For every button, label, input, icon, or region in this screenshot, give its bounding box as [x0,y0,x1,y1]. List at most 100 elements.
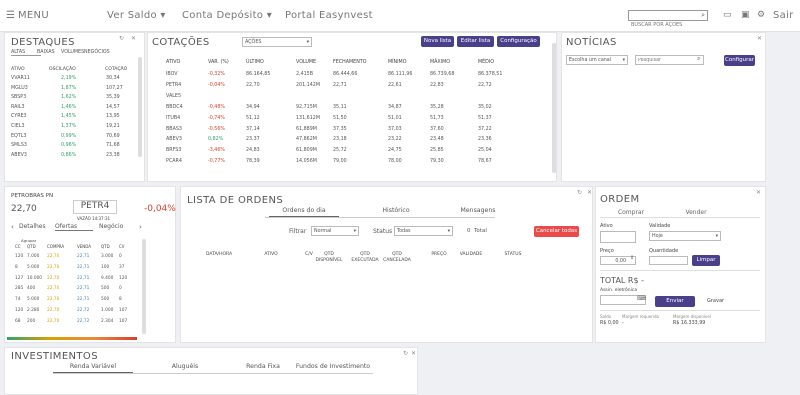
table-row: 107,27 [106,85,123,91]
table-row[interactable]: CYRE3 [11,114,46,119]
ativo-input[interactable] [600,231,636,243]
table-row[interactable]: BBDC4 [166,105,214,110]
menu-button[interactable]: MENU [18,10,49,21]
search-input[interactable] [629,20,697,30]
table-row: 35,11 [333,104,347,110]
configuration-button[interactable]: Configuração [497,36,540,47]
investimentos-title: INVESTIMENTOS [11,351,98,362]
quantidade-input[interactable] [649,256,688,265]
table-row: 1,87% [61,85,77,91]
portal-link[interactable]: Portal Easynvest [285,10,373,21]
edit-list-button[interactable]: Editar lista [457,36,494,47]
search-icon[interactable]: ⌕ [701,11,705,20]
search-icon[interactable]: ⌕ [697,55,700,63]
table-row: 22,72 [77,308,90,313]
destaques-tab-negócios[interactable]: NEGÓCIOS [84,50,114,55]
table-row[interactable]: VVAR11 [11,76,46,81]
table-row[interactable]: SMLS3 [11,143,46,148]
channel-select[interactable]: Escolha um canal ▾ [566,55,628,65]
divider [600,310,760,311]
scrollbar[interactable] [142,239,146,334]
table-row: 22,70 [47,297,60,303]
table-row: 13,95 [106,114,120,120]
logout-button[interactable]: Sair [773,10,794,21]
tab-comprar[interactable]: Comprar [611,209,651,216]
close-icon[interactable]: ✕ [757,35,762,42]
news-search-input[interactable] [635,55,704,65]
cancel-all-button[interactable]: Cancelar todas [534,226,579,237]
tab-orders-2[interactable]: Mensagens [443,207,513,214]
table-row[interactable]: BRFS3 [166,148,214,153]
save-order-button[interactable]: Gravar [707,298,724,304]
monitor-icon[interactable]: ▭ [723,10,732,20]
tab-invest-1[interactable]: Aluguéis [145,363,225,370]
ver-saldo-dropdown[interactable]: Ver Saldo ▾ [107,10,166,21]
close-icon[interactable]: ✕ [411,350,416,357]
table-row: 37 [119,264,125,270]
table-row[interactable]: RAIL3 [11,105,46,110]
table-row[interactable]: PCAR4 [166,159,214,164]
chevron-right-icon[interactable]: › [139,223,142,231]
scrollbar[interactable] [552,43,556,173]
clear-button[interactable]: Limpar [692,255,720,266]
status-select[interactable]: Todas ▾ [394,226,453,236]
menu-icon[interactable]: ☰ [6,10,15,21]
cotacoes-panel: COTAÇÕES AÇÕES ▾ Nova lista Editar lista … [147,32,557,182]
quantidade-label: Quantidade [649,248,679,254]
search-box[interactable]: ⌕ [628,10,708,30]
scrollbar[interactable] [138,57,142,157]
table-row[interactable]: PETR4 [166,83,214,88]
table-row: 51,01 [388,115,402,121]
list-select[interactable]: AÇÕES ▾ [242,37,312,47]
validade-select[interactable]: Hoje ▾ [649,231,721,241]
preco-stepper-icon[interactable]: ⇕ [630,255,634,261]
column-header: FECHAMENTO [333,60,367,65]
gear-icon[interactable]: ⚙ [757,10,765,20]
table-row: 78,67 [478,159,492,165]
table-row[interactable]: BBAS3 [166,127,214,132]
validade-label: Validade [649,223,671,229]
refresh-icon[interactable]: ↻ [577,189,582,196]
save-icon[interactable]: ▣ [741,10,750,20]
table-row[interactable]: EQTL3 [11,134,46,139]
tab-invest-0[interactable]: Renda Variável [53,363,133,373]
table-row[interactable]: IBOV [166,72,214,77]
table-row: 86.111,96 [388,72,413,77]
table-row: 0,96% [61,143,77,149]
table-row[interactable]: ABEV3 [166,137,214,142]
table-row[interactable]: MGLU3 [11,86,46,91]
refresh-icon[interactable]: ↻ [119,35,124,42]
filter-select[interactable]: Normal ▾ [311,226,359,236]
table-row[interactable]: ITUB4 [166,116,214,121]
tab-book-0[interactable]: Detalhes [19,223,57,230]
close-icon[interactable]: ✕ [587,189,592,196]
chevron-left-icon[interactable]: ‹ [11,223,14,231]
table-row[interactable]: SBSP3 [11,95,46,100]
column-header: VENDA [77,244,92,249]
table-row[interactable]: ABEV3 [11,153,46,158]
tab-book-1[interactable]: Ofertas [55,223,93,231]
filter-label: Filtrar [289,228,307,235]
tab-vender[interactable]: Vender [676,209,716,216]
close-icon[interactable]: ✕ [756,189,761,196]
table-row: 25,04 [478,148,492,154]
configure-button[interactable]: Configurar [724,55,755,66]
tab-orders-1[interactable]: Histórico [361,207,431,214]
close-icon[interactable]: ✕ [131,35,136,42]
refresh-icon[interactable]: ↻ [403,350,408,357]
tab-invest-3[interactable]: Fundos de Investimento [293,363,373,370]
table-row: 23,37 [246,137,260,143]
send-button[interactable]: Enviar [655,296,695,307]
new-list-button[interactable]: Nova lista [421,36,454,47]
tab-book-2[interactable]: Negócio [99,223,137,230]
table-row: 37,35 [333,126,347,132]
conta-dropdown[interactable]: Conta Depósito ▾ [182,10,272,21]
table-row: 22,70 [47,254,60,259]
ticker-input[interactable]: PETR4 [73,200,117,214]
table-row: 22,70 [47,275,60,281]
table-row[interactable]: CIEL3 [11,124,46,129]
keyboard-icon[interactable]: ⌨ [637,295,646,302]
tab-orders-0[interactable]: Ordens do dia [269,207,339,217]
table-row[interactable]: VALE5 [166,94,214,99]
tab-invest-2[interactable]: Renda Fixa [223,363,303,370]
